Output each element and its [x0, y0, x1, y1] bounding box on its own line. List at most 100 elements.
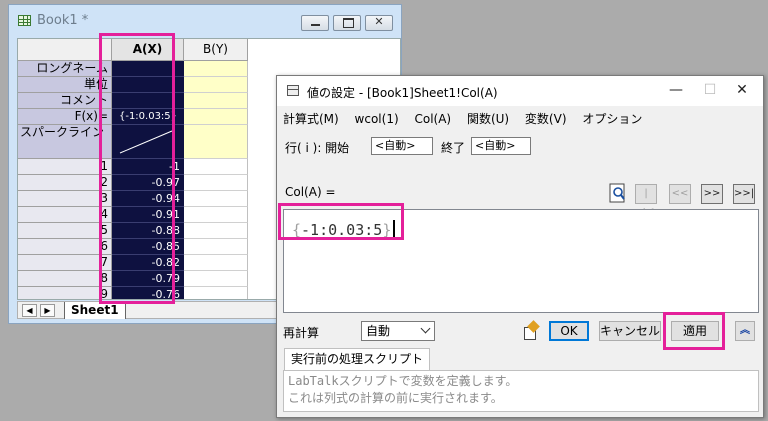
- sheet-next-button[interactable]: ▶: [40, 304, 55, 317]
- tab-sheet1[interactable]: Sheet1: [64, 302, 126, 319]
- book-title: Book1 *: [37, 13, 89, 28]
- row-number[interactable]: 6: [18, 239, 112, 255]
- formula-open-brace: {: [292, 221, 302, 239]
- ok-button[interactable]: OK: [549, 321, 589, 341]
- text-caret: [393, 220, 396, 238]
- script-hint-line-1: LabTalkスクリプトで変数を定義します。: [288, 373, 754, 390]
- row-label-fx[interactable]: F(x)=: [18, 109, 112, 125]
- column-header-b[interactable]: B(Y): [184, 39, 248, 61]
- cell-a-comments[interactable]: [112, 93, 184, 109]
- cell-a-value[interactable]: -0.82: [112, 255, 184, 271]
- cell-a-value[interactable]: -0.91: [112, 207, 184, 223]
- cell-b-comments[interactable]: [184, 93, 248, 109]
- script-hint-text-1: スクリプトで変数を定義します。: [338, 374, 518, 388]
- cell-a-units[interactable]: [112, 77, 184, 93]
- search-button[interactable]: [609, 182, 627, 204]
- column-header-a[interactable]: A(X): [112, 39, 184, 61]
- worksheet-icon: [18, 15, 31, 26]
- cell-a-value[interactable]: -0.85: [112, 239, 184, 255]
- dialog-app-icon: [287, 85, 299, 96]
- close-icon: ✕: [374, 15, 384, 28]
- formula-body: -1:0.03:5: [301, 221, 383, 239]
- cell-b-value[interactable]: [184, 175, 248, 191]
- dialog-maximize-button[interactable]: ☐: [695, 81, 725, 101]
- next-column-button[interactable]: >>: [701, 184, 723, 204]
- cell-b-sparkline[interactable]: [184, 125, 248, 159]
- cell-a-value[interactable]: -0.94: [112, 191, 184, 207]
- dialog-minimize-button[interactable]: —: [661, 81, 691, 101]
- previous-column-button[interactable]: <<: [669, 184, 691, 204]
- row-label-comments[interactable]: コメント: [18, 93, 112, 109]
- row-number[interactable]: 1: [18, 159, 112, 175]
- maximize-button[interactable]: [333, 15, 361, 31]
- row-label-sparkline[interactable]: スパークライン: [18, 125, 112, 159]
- set-values-dialog: 値の設定 - [Book1]Sheet1!Col(A) — ☐ ✕ 計算式(M)…: [276, 75, 764, 418]
- cell-a-value[interactable]: -1: [112, 159, 184, 175]
- cell-b-value[interactable]: [184, 255, 248, 271]
- row-number[interactable]: 5: [18, 223, 112, 239]
- row-number[interactable]: 9: [18, 287, 112, 299]
- row-number[interactable]: 3: [18, 191, 112, 207]
- cell-b-units[interactable]: [184, 77, 248, 93]
- formula-editor[interactable]: {-1:0.03:5}: [283, 209, 759, 313]
- cell-b-value[interactable]: [184, 271, 248, 287]
- sparkline-icon: [119, 130, 173, 154]
- recalc-select[interactable]: 自動: [361, 321, 435, 341]
- menu-variables[interactable]: 変数(V): [525, 110, 567, 127]
- menu-wcol[interactable]: wcol(1): [355, 112, 399, 126]
- cell-a-longname[interactable]: [112, 61, 184, 77]
- book-titlebar[interactable]: Book1 * ✕: [9, 5, 401, 36]
- collapse-button[interactable]: ︽: [735, 321, 755, 341]
- search-icon: [609, 183, 625, 203]
- dialog-close-button[interactable]: ✕: [727, 81, 757, 101]
- cell-b-value[interactable]: [184, 223, 248, 239]
- row-number[interactable]: 7: [18, 255, 112, 271]
- corner-cell[interactable]: [18, 39, 112, 61]
- script-hint-labtalk: LabTalk: [288, 374, 339, 388]
- row-number[interactable]: 4: [18, 207, 112, 223]
- menu-functions[interactable]: 関数(U): [467, 110, 509, 127]
- last-column-button[interactable]: >>|: [733, 184, 755, 204]
- formula-text: {-1:0.03:5}: [292, 220, 396, 239]
- dialog-menubar: 計算式(M) wcol(1) Col(A) 関数(U) 変数(V) オプション: [283, 110, 654, 128]
- apply-button[interactable]: 適用: [671, 321, 719, 341]
- cell-a-value[interactable]: -0.88: [112, 223, 184, 239]
- cell-b-value[interactable]: [184, 287, 248, 299]
- row-label-units[interactable]: 単位: [18, 77, 112, 93]
- cell-b-value[interactable]: [184, 239, 248, 255]
- menu-options[interactable]: オプション: [582, 110, 642, 127]
- cancel-button[interactable]: キャンセル: [599, 321, 661, 341]
- row-end-field[interactable]: <自動>: [471, 137, 531, 155]
- row-number[interactable]: 2: [18, 175, 112, 191]
- menu-col[interactable]: Col(A): [414, 112, 451, 126]
- script-hint-line-2: これは列式の計算の前に実行されます。: [288, 391, 503, 405]
- cell-a-fx[interactable]: {-1:0.03:5}: [112, 109, 184, 125]
- recalc-label: 再計算: [283, 326, 320, 340]
- cell-a-value[interactable]: -0.97: [112, 175, 184, 191]
- cell-b-value[interactable]: [184, 159, 248, 175]
- close-button[interactable]: ✕: [365, 15, 393, 31]
- before-script-input[interactable]: LabTalkスクリプトで変数を定義します。 これは列式の計算の前に実行されます…: [283, 370, 759, 412]
- row-range-label: 行( i ): 開始: [285, 141, 350, 155]
- cell-b-value[interactable]: [184, 191, 248, 207]
- cell-b-value[interactable]: [184, 207, 248, 223]
- double-chevron-up-icon: ︽: [740, 325, 750, 336]
- cell-b-longname[interactable]: [184, 61, 248, 77]
- menu-formula[interactable]: 計算式(M): [283, 110, 339, 127]
- dialog-titlebar[interactable]: 値の設定 - [Book1]Sheet1!Col(A) — ☐ ✕: [277, 76, 763, 106]
- cell-a-value[interactable]: -0.79: [112, 271, 184, 287]
- col-formula-label: Col(A) =: [285, 185, 336, 199]
- row-start-field[interactable]: <自動>: [371, 137, 433, 155]
- tab-before-script[interactable]: 実行前の処理スクリプト: [284, 348, 431, 370]
- script-button[interactable]: [521, 320, 541, 341]
- row-number[interactable]: 8: [18, 271, 112, 287]
- cell-b-fx[interactable]: [184, 109, 248, 125]
- first-column-button[interactable]: |<<: [635, 184, 657, 217]
- row-label-longname[interactable]: ロングネーム: [18, 61, 112, 77]
- cell-a-value[interactable]: -0.76: [112, 287, 184, 299]
- cell-a-sparkline[interactable]: [112, 125, 184, 159]
- dialog-title: 値の設定 - [Book1]Sheet1!Col(A): [307, 86, 498, 100]
- sheet-prev-button[interactable]: ◀: [22, 304, 37, 317]
- minimize-button[interactable]: [301, 15, 329, 31]
- row-end-label: 終了: [441, 141, 466, 155]
